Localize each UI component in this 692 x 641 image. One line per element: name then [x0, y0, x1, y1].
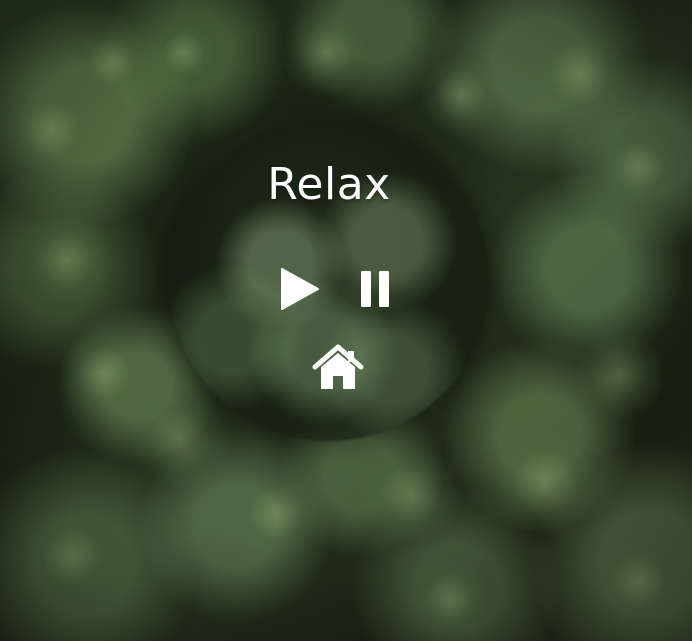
pause-icon: [361, 271, 389, 307]
play-icon: [281, 268, 319, 310]
home-button[interactable]: [312, 343, 364, 393]
pause-button[interactable]: [358, 269, 394, 309]
forest-background: Relax: [0, 0, 692, 641]
home-icon: [312, 344, 364, 389]
player-panel: Relax: [168, 119, 490, 441]
play-button[interactable]: [278, 267, 320, 311]
page-title: Relax: [267, 159, 391, 210]
